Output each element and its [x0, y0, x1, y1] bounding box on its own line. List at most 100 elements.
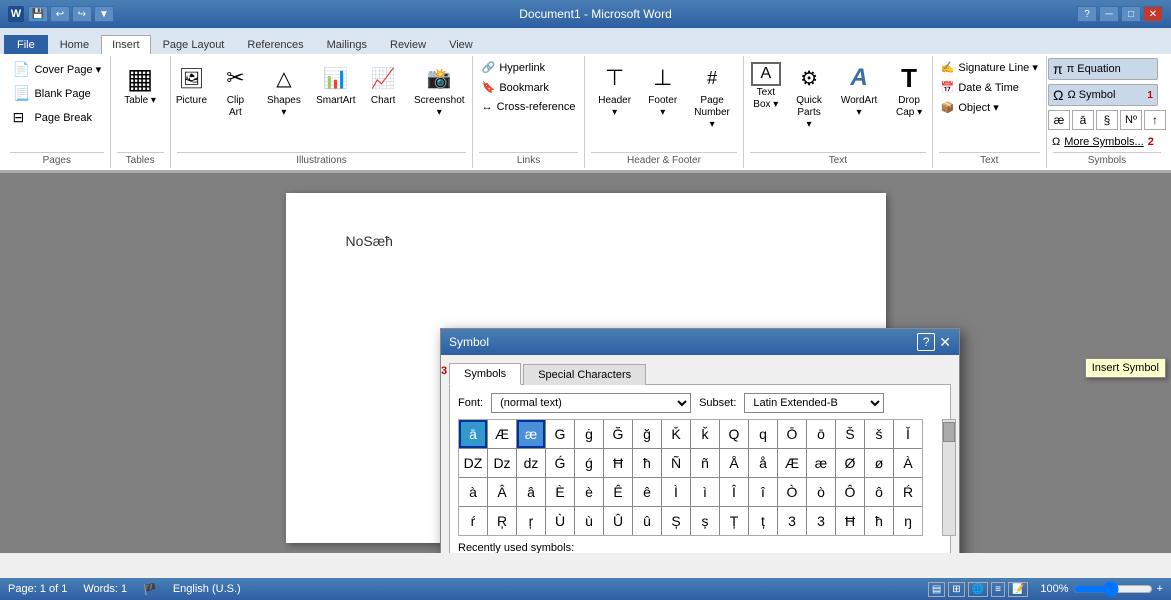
tab-symbols[interactable]: Symbols	[449, 363, 521, 385]
outline-btn[interactable]: ≡	[991, 582, 1005, 597]
illustrations-buttons: 🖼 Picture ✂ Clip Art △ Shapes ▾ 📊 SmartA…	[171, 58, 473, 150]
drop-cap-label: DropCap ▾	[896, 95, 922, 119]
text-box-icon: A	[751, 62, 781, 86]
equation-label: π Equation	[1067, 63, 1121, 75]
header-label: Header ▾	[597, 95, 633, 119]
sym-cell-ae[interactable]: æ	[1048, 110, 1070, 130]
tab-file[interactable]: File	[4, 35, 48, 54]
chart-btn[interactable]: 📈 Chart	[362, 58, 404, 111]
text-box-btn[interactable]: A TextBox ▾	[746, 58, 786, 115]
sym-cell-macron[interactable]: ā	[1072, 110, 1094, 130]
tab-review[interactable]: Review	[379, 35, 437, 54]
sym-AE[interactable]: Æ	[488, 420, 516, 448]
font-label: Font:	[458, 397, 483, 409]
hf-group-label: Header & Footer	[591, 152, 738, 166]
table-btn[interactable]: ▦ Table ▾	[118, 58, 162, 111]
cross-reference-btn[interactable]: ↔ Cross-reference	[475, 98, 583, 116]
zoom-level: 100%	[1040, 583, 1068, 595]
date-time-btn[interactable]: 📅 Date & Time	[934, 78, 1026, 97]
quick-access-redo[interactable]: ↪	[72, 6, 92, 22]
tab-special-chars[interactable]: Special Characters	[523, 364, 646, 385]
header-btn[interactable]: ⊤ Header ▾	[591, 58, 639, 123]
clip-art-btn[interactable]: ✂ Clip Art	[214, 58, 256, 123]
blank-page-label: Blank Page	[34, 88, 90, 100]
bookmark-btn[interactable]: 🔖 Bookmark	[475, 78, 556, 97]
more-symbols-label: More Symbols...	[1064, 136, 1143, 148]
tab-insert[interactable]: Insert	[101, 35, 151, 55]
object-btn[interactable]: 📦 Object ▾	[934, 98, 1006, 117]
sym-cell-up[interactable]: ↑	[1144, 110, 1166, 130]
bookmark-icon: 🔖	[482, 81, 496, 94]
quick-access-save[interactable]: 💾	[28, 6, 48, 22]
sig-group-label: Text	[939, 152, 1040, 166]
pages-buttons: 📄 Cover Page ▾ 📃 Blank Page ⊟ Page Break	[5, 58, 108, 150]
zoom-slider[interactable]	[1073, 584, 1153, 594]
symbol-btn[interactable]: Ω Ω Symbol 1	[1048, 84, 1158, 106]
tab-references[interactable]: References	[236, 35, 314, 54]
equation-icon: π	[1053, 61, 1063, 77]
footer-btn[interactable]: ⊥ Footer ▾	[641, 58, 685, 123]
page-break-btn[interactable]: ⊟ Page Break	[5, 106, 98, 129]
sym-cell-no[interactable]: Nº	[1120, 110, 1142, 130]
page-info: Page: 1 of 1	[8, 583, 67, 595]
view-icons[interactable]: ▤ ⊞ 🌐 ≡ 📝	[928, 582, 1029, 597]
sym-cell-section[interactable]: §	[1096, 110, 1118, 130]
signature-line-btn[interactable]: ✍ Signature Line ▾	[934, 58, 1045, 77]
hyperlink-btn[interactable]: 🔗 Hyperlink	[475, 58, 553, 77]
grid-scrollbar[interactable]	[942, 419, 956, 536]
zoom-in-icon[interactable]: +	[1157, 583, 1163, 595]
quick-parts-icon: ⚙	[793, 62, 825, 94]
object-label: Object ▾	[958, 101, 998, 114]
wordart-btn[interactable]: A WordArt ▾	[832, 58, 886, 123]
ribbon-group-tables: ▦ Table ▾ Tables	[111, 56, 171, 168]
sym-ae[interactable]: ā	[459, 420, 487, 448]
quick-access-more[interactable]: ▼	[94, 6, 114, 22]
web-view-btn[interactable]: 🌐	[968, 582, 988, 597]
date-time-label: Date & Time	[958, 82, 1019, 94]
ribbon-group-pages: 📄 Cover Page ▾ 📃 Blank Page ⊟ Page Break…	[4, 56, 111, 168]
pages-group-label: Pages	[10, 152, 104, 166]
maximize-btn[interactable]: □	[1121, 6, 1141, 22]
drop-cap-btn[interactable]: T DropCap ▾	[888, 58, 930, 123]
cross-ref-icon: ↔	[482, 101, 493, 113]
more-symbols-btn[interactable]: Ω More Symbols... 2	[1048, 134, 1158, 150]
symbol-btn-label: Ω Symbol	[1067, 89, 1115, 101]
page-break-label: Page Break	[34, 112, 91, 124]
picture-icon: 🖼	[175, 62, 207, 94]
sym-ae-sel[interactable]: æ	[517, 420, 545, 448]
shapes-btn[interactable]: △ Shapes ▾	[258, 58, 309, 123]
print-view-btn[interactable]: ▤	[928, 582, 945, 597]
tab-view[interactable]: View	[438, 35, 484, 54]
blank-page-btn[interactable]: 📃 Blank Page	[5, 82, 97, 105]
badge-1-num: 1	[1147, 90, 1153, 101]
links-buttons: 🔗 Hyperlink 🔖 Bookmark ↔ Cross-reference	[475, 58, 583, 150]
wordart-label: WordArt ▾	[838, 95, 880, 119]
equation-btn[interactable]: π π Equation	[1048, 58, 1158, 80]
tab-mailings[interactable]: Mailings	[316, 35, 378, 54]
quick-parts-btn[interactable]: ⚙ QuickParts ▾	[788, 58, 830, 135]
screenshot-btn[interactable]: 📸 Screenshot ▾	[406, 58, 472, 123]
tables-group-label: Tables	[117, 152, 164, 166]
help-btn[interactable]: ?	[1077, 6, 1097, 22]
font-select[interactable]: (normal text)	[491, 393, 691, 413]
scroll-thumb[interactable]	[943, 422, 955, 442]
cover-page-btn[interactable]: 📄 Cover Page ▾	[5, 58, 108, 81]
subset-select[interactable]: Latin Extended-B	[744, 393, 884, 413]
full-screen-btn[interactable]: ⊞	[948, 582, 964, 597]
tab-home[interactable]: Home	[49, 35, 100, 54]
badge-2: 2	[1148, 136, 1154, 148]
word-logo: W	[8, 6, 24, 22]
minimize-btn[interactable]: ─	[1099, 6, 1119, 22]
ribbon: 📄 Cover Page ▾ 📃 Blank Page ⊟ Page Break…	[0, 54, 1171, 172]
table-label: Table ▾	[124, 95, 156, 107]
close-btn[interactable]: ✕	[1143, 6, 1163, 22]
modal-close-btn[interactable]: ✕	[939, 334, 951, 351]
picture-btn[interactable]: 🖼 Picture	[171, 58, 213, 111]
quick-access-undo[interactable]: ↩	[50, 6, 70, 22]
smartart-btn[interactable]: 📊 SmartArt	[311, 58, 360, 111]
document-area[interactable]: NoSæħ Insert Symbol Symbol ? ✕ 3 Symbols	[0, 173, 1171, 553]
page-number-btn[interactable]: # PageNumber ▾	[687, 58, 737, 135]
draft-btn[interactable]: 📝	[1008, 582, 1028, 597]
modal-help-btn[interactable]: ?	[917, 333, 935, 351]
tab-page-layout[interactable]: Page Layout	[152, 35, 236, 54]
